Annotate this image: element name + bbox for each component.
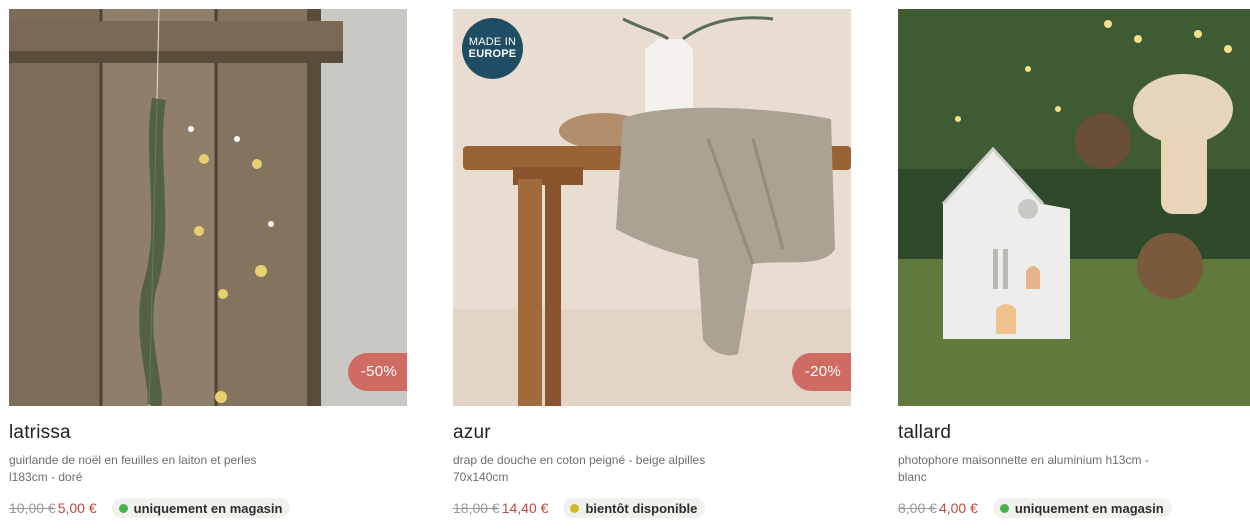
badge-line-1: MADE IN [468, 36, 517, 48]
badge-line-2: EUROPE [468, 48, 517, 60]
product-description[interactable]: drap de douche en coton peigné - beige a… [453, 452, 723, 486]
product-name[interactable]: azur [453, 422, 851, 444]
old-price: 8,00 € [898, 500, 937, 516]
discount-badge: -50% [347, 353, 407, 391]
new-price: 5,00 € [57, 500, 97, 516]
product-description[interactable]: photophore maisonnette en aluminium h13c… [898, 452, 1168, 486]
availability-badge: uniquement en magasin [992, 498, 1172, 518]
green-dot-icon [999, 503, 1009, 513]
price-row: 8,00 € 4,00 € uniquement en magasin [898, 498, 1250, 518]
new-price: 4,00 € [938, 500, 978, 516]
new-price: 14,40 € [501, 500, 549, 516]
old-price: 18,00 € [453, 500, 500, 516]
availability-label: uniquement en magasin [1014, 500, 1164, 516]
lantern-photo [898, 9, 1250, 406]
product-image[interactable]: MADE IN EUROPE -20% [453, 9, 851, 406]
product-name[interactable]: tallard [898, 422, 1250, 444]
green-dot-icon [118, 503, 128, 513]
made-in-europe-badge: MADE IN EUROPE [462, 18, 523, 79]
product-card-latrissa[interactable]: -50% latrissa guirlande de noël en feuil… [9, 9, 407, 518]
discount-badge: -20% [791, 353, 851, 391]
price-row: 18,00 € 14,40 € bientôt disponible [453, 498, 851, 518]
old-price: 10,00 € [9, 500, 56, 516]
availability-label: uniquement en magasin [133, 500, 283, 516]
product-image[interactable] [898, 9, 1250, 406]
product-card-tallard[interactable]: tallard photophore maisonnette en alumin… [898, 9, 1250, 518]
product-description[interactable]: guirlande de noël en feuilles en laiton … [9, 452, 279, 486]
yellow-dot-icon [570, 503, 580, 513]
product-card-azur[interactable]: MADE IN EUROPE -20% azur drap de douche … [453, 9, 851, 518]
product-name[interactable]: latrissa [9, 422, 407, 444]
product-image[interactable]: -50% [9, 9, 407, 406]
garland-photo [9, 9, 407, 406]
availability-label: bientôt disponible [585, 500, 698, 516]
availability-badge: uniquement en magasin [111, 498, 291, 518]
availability-badge: bientôt disponible [563, 498, 706, 518]
price-row: 10,00 € 5,00 € uniquement en magasin [9, 498, 407, 518]
